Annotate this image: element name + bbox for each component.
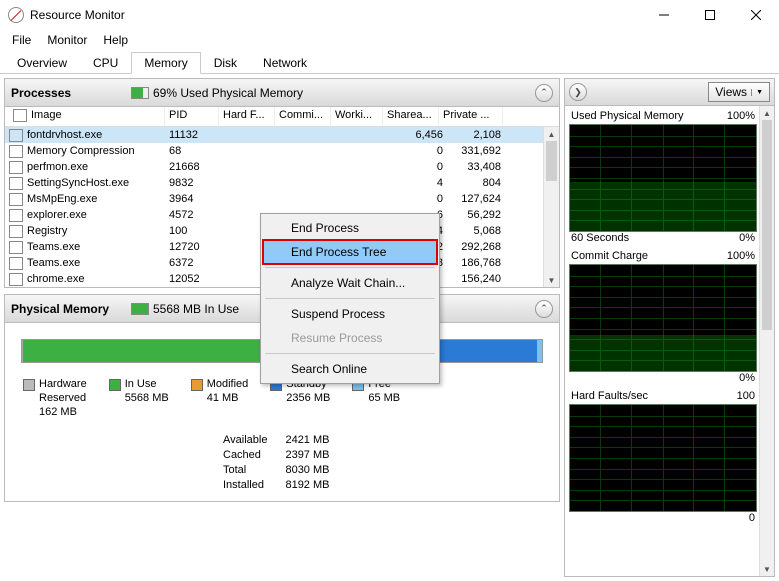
graph2-title: Commit Charge bbox=[571, 250, 648, 262]
row-checkbox[interactable] bbox=[9, 129, 23, 142]
table-row[interactable]: SettingSyncHost.exe98324804 bbox=[5, 175, 559, 191]
menu-end-process-tree[interactable]: End Process Tree bbox=[263, 240, 437, 264]
col-commit[interactable]: Commi... bbox=[275, 107, 331, 126]
row-checkbox[interactable] bbox=[9, 177, 23, 190]
row-checkbox[interactable] bbox=[9, 273, 23, 286]
menu-end-process[interactable]: End Process bbox=[263, 216, 437, 240]
tab-network[interactable]: Network bbox=[250, 52, 320, 74]
processes-meter-text: 69% Used Physical Memory bbox=[153, 86, 535, 100]
table-row[interactable]: MsMpEng.exe39640127,624 bbox=[5, 191, 559, 207]
row-checkbox[interactable] bbox=[9, 241, 23, 254]
graph-hard-faults bbox=[569, 404, 757, 512]
graph-used-physical-memory bbox=[569, 124, 757, 232]
col-working[interactable]: Worki... bbox=[331, 107, 383, 126]
table-row[interactable]: fontdrvhost.exe111326,4562,108 bbox=[5, 127, 559, 143]
row-checkbox[interactable] bbox=[9, 257, 23, 270]
window-title: Resource Monitor bbox=[30, 8, 641, 22]
table-row[interactable]: perfmon.exe21668033,408 bbox=[5, 159, 559, 175]
row-checkbox[interactable] bbox=[9, 193, 23, 206]
inuse-icon bbox=[131, 303, 149, 315]
row-checkbox[interactable] bbox=[9, 225, 23, 238]
col-shareable[interactable]: Sharea... bbox=[383, 107, 439, 126]
menu-resume-process: Resume Process bbox=[263, 326, 437, 350]
memory-stats: Available Cached Total Installed 2421 MB… bbox=[13, 419, 551, 493]
collapse-icon[interactable]: ⌃ bbox=[535, 300, 553, 318]
col-private[interactable]: Private ... bbox=[439, 107, 503, 126]
memory-meter-icon bbox=[131, 87, 149, 99]
legend-hw: Hardware Reserved bbox=[39, 377, 87, 405]
graph3-title: Hard Faults/sec bbox=[571, 390, 648, 402]
table-row[interactable]: Memory Compression680331,692 bbox=[5, 143, 559, 159]
menu-help[interactable]: Help bbox=[95, 31, 136, 49]
processes-title: Processes bbox=[11, 86, 131, 100]
graphs-scrollbar[interactable]: ▲▼ bbox=[759, 106, 774, 576]
menu-file[interactable]: File bbox=[4, 31, 39, 49]
tab-disk[interactable]: Disk bbox=[201, 52, 250, 74]
graphs-panel: Used Physical Memory100% 60 Seconds0% Co… bbox=[564, 106, 775, 577]
menu-monitor[interactable]: Monitor bbox=[39, 31, 95, 49]
column-headers: Image PID Hard F... Commi... Worki... Sh… bbox=[5, 107, 559, 127]
titlebar: Resource Monitor bbox=[0, 0, 779, 30]
tab-memory[interactable]: Memory bbox=[131, 52, 200, 74]
menu-analyze-wait-chain[interactable]: Analyze Wait Chain... bbox=[263, 271, 437, 295]
physmem-title: Physical Memory bbox=[11, 302, 131, 316]
close-button[interactable] bbox=[733, 0, 779, 30]
legend-inuse: In Use bbox=[125, 377, 169, 391]
minimize-button[interactable] bbox=[641, 0, 687, 30]
tab-cpu[interactable]: CPU bbox=[80, 52, 131, 74]
views-button[interactable]: Views▼ bbox=[708, 82, 770, 102]
tab-overview[interactable]: Overview bbox=[4, 52, 80, 74]
tabbar: Overview CPU Memory Disk Network bbox=[0, 50, 779, 74]
expand-icon[interactable]: ❯ bbox=[569, 83, 587, 101]
graph1-title: Used Physical Memory bbox=[571, 110, 683, 122]
graphs-header: ❯ Views▼ bbox=[564, 78, 775, 106]
col-image[interactable]: Image bbox=[31, 109, 62, 124]
graph-commit-charge bbox=[569, 264, 757, 372]
row-checkbox[interactable] bbox=[9, 209, 23, 222]
row-checkbox[interactable] bbox=[9, 145, 23, 158]
chevron-down-icon: ▼ bbox=[751, 89, 763, 96]
app-icon bbox=[8, 7, 24, 23]
col-hardfaults[interactable]: Hard F... bbox=[219, 107, 275, 126]
context-menu: End Process End Process Tree Analyze Wai… bbox=[260, 213, 440, 384]
legend-mod: Modified bbox=[207, 377, 249, 391]
collapse-icon[interactable]: ⌃ bbox=[535, 84, 553, 102]
menu-suspend-process[interactable]: Suspend Process bbox=[263, 302, 437, 326]
menu-search-online[interactable]: Search Online bbox=[263, 357, 437, 381]
maximize-button[interactable] bbox=[687, 0, 733, 30]
menubar: File Monitor Help bbox=[0, 30, 779, 50]
scrollbar[interactable]: ▲▼ bbox=[543, 127, 559, 287]
col-pid[interactable]: PID bbox=[165, 107, 219, 126]
row-checkbox[interactable] bbox=[9, 161, 23, 174]
select-all-checkbox[interactable] bbox=[13, 109, 27, 122]
